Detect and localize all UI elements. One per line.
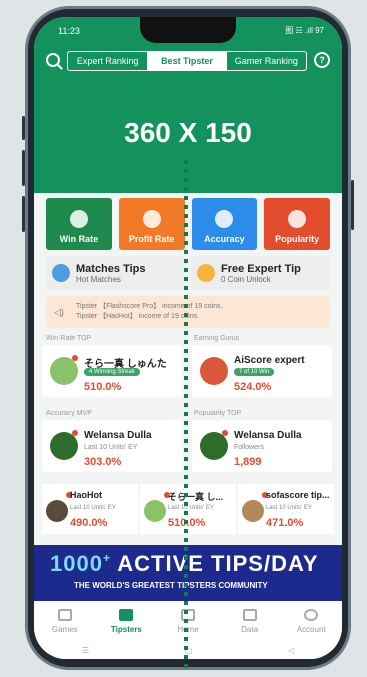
avatar [144,500,166,522]
pitch-icon [142,210,161,228]
nav-tipsters[interactable]: Tipsters [96,601,158,641]
tipster-mini-card[interactable]: そら一真 し... Last 10 Units' EY 510.0% [140,484,236,534]
notice-line: Tipster 【HaoHot】 income of 19 coins. [76,313,200,320]
free-expert-tip-card[interactable]: Free Expert Tip 0 Coin Unlock [191,256,330,290]
phone-power-button [351,180,354,230]
ranking-tabs: Expert Ranking Best Tipster Gamer Rankin… [67,51,307,71]
tipster-sub: Last 10 Units' EY [168,505,214,511]
section-title-accuracy: Accuracy MVP [46,410,92,417]
tipster-value: 1,899 [234,456,262,468]
stadium-icon [52,264,70,282]
accuracy-button[interactable]: Accuracy [191,198,258,250]
section-title-winrate: Win-Rate TOP [46,335,92,342]
free-expert-tip-sub: 0 Coin Unlock [221,274,271,284]
tipster-mini-card[interactable]: HaoHot Last 10 Units' EY 490.0% [42,484,138,534]
tipster-value: 510.0% [84,381,122,393]
popularity-top-card[interactable]: Welansa Dulla Followers 1,899 [192,420,332,472]
nav-data[interactable]: Data [219,601,281,641]
win-badge: 7 of 10 Win [234,368,275,376]
nav-account[interactable]: Account [280,601,342,641]
section-title-popularity: Popularity TOP [194,410,242,417]
ranking-tabbar: Expert Ranking Best Tipster Gamer Rankin… [46,51,330,71]
tipster-sub: Followers [234,444,264,451]
tab-expert-ranking[interactable]: Expert Ranking [68,52,147,70]
center-guide-dotted-line [184,160,188,670]
banner-placeholder[interactable]: 360 X 150 [34,117,342,149]
tipster-name: Welansa Dulla [84,430,152,441]
earning-gurus-card[interactable]: AiScore expert 7 of 10 Win 524.0% [192,345,332,397]
tipster-name: HaoHot [70,490,102,500]
tipster-name: sofascore tip... [266,490,330,500]
section-title-earning: Earning Gurus [194,335,240,342]
status-icons: 图 ☵ .ıll 97 [285,26,324,35]
status-time: 11:23 [58,26,80,36]
briefcase-icon [119,608,134,621]
promo-text: ACTIVE TIPS/DAY [117,551,319,576]
avatar [242,500,264,522]
promo-banner[interactable]: 1000+ ACTIVE TIPS/DAY THE WORLD'S GREATE… [34,545,342,601]
tipster-value: 303.0% [84,456,122,468]
online-dot [222,430,228,436]
online-dot [72,355,78,361]
tipster-sub: Last 10 Units' EY [84,444,138,451]
profit-rate-button[interactable]: Profit Rate [118,198,185,250]
back-key-icon[interactable]: ◁ [288,646,294,655]
tipster-sub: Last 10 Units' EY [70,505,116,511]
streak-badge: 4 Winning Streak [84,368,140,376]
nav-games[interactable]: Games [34,601,96,641]
promo-subline: THE WORLD'S GREATEST TIPSTERS COMMUNITY [74,581,268,590]
tipster-mini-card[interactable]: sofascore tip... Last 10 Units' EY 471.0… [238,484,334,534]
tipster-sub: Last 10 Units' EY [266,505,312,511]
tipster-value: 490.0% [70,517,108,529]
tipster-name: AiScore expert [234,355,305,366]
help-icon[interactable]: ? [314,52,330,68]
promo-count: 1000 [50,551,103,576]
avatar [200,357,228,385]
popularity-button[interactable]: Popularity [264,198,330,250]
menu-key-icon[interactable]: ☰ [82,646,89,655]
category-buttons: Win Rate Profit Rate Accuracy Popularity [46,198,330,250]
header: 11:23 图 ☵ .ıll 97 Expert Ranking Best Ti… [34,17,342,193]
avatar [200,432,228,460]
win-rate-button[interactable]: Win Rate [46,198,112,250]
avatar [50,432,78,460]
income-notice: ◁) Tipster 【Flashscore Pro】 income of 19… [46,296,330,328]
tab-gamer-ranking[interactable]: Gamer Ranking [227,52,306,70]
avatar [46,500,68,522]
user-icon [304,608,319,621]
matches-tips-card[interactable]: Matches Tips Hot Matches [46,256,185,290]
promo-plus: + [102,551,111,565]
soccer-ball-icon [69,210,88,228]
bottom-nav: Games Tipsters Home Data Account [34,601,342,641]
search-icon[interactable] [46,53,60,67]
tipster-name: Welansa Dulla [234,430,302,441]
avatar [50,357,78,385]
coin-icon [197,264,215,282]
tipster-name: そら一真 し... [168,492,224,502]
bar-chart-icon [242,608,257,621]
matches-tips-title: Matches Tips [76,262,146,275]
fire-icon [288,210,307,228]
camera-notch [140,17,236,43]
winrate-top-card[interactable]: そら一真 しゅんた 4 Winning Streak 510.0% [42,345,182,397]
matches-tips-sub: Hot Matches [76,274,121,284]
system-nav-bar: ☰ ▢ ◁ [34,641,342,659]
free-expert-tip-title: Free Expert Tip [221,262,301,275]
speaker-icon: ◁) [54,307,64,317]
online-dot [72,430,78,436]
notice-line: Tipster 【Flashscore Pro】 income of 19 co… [76,303,223,310]
app-screen: 11:23 图 ☵ .ıll 97 Expert Ranking Best Ti… [34,17,342,659]
tipster-value: 471.0% [266,517,304,529]
accuracy-mvp-card[interactable]: Welansa Dulla Last 10 Units' EY 303.0% [42,420,182,472]
target-icon [215,210,234,228]
tips-row: Matches Tips Hot Matches Free Expert Tip 0… [46,256,330,290]
tipster-value: 524.0% [234,381,272,393]
tab-best-tipster[interactable]: Best Tipster [147,52,227,70]
games-icon [57,608,72,621]
